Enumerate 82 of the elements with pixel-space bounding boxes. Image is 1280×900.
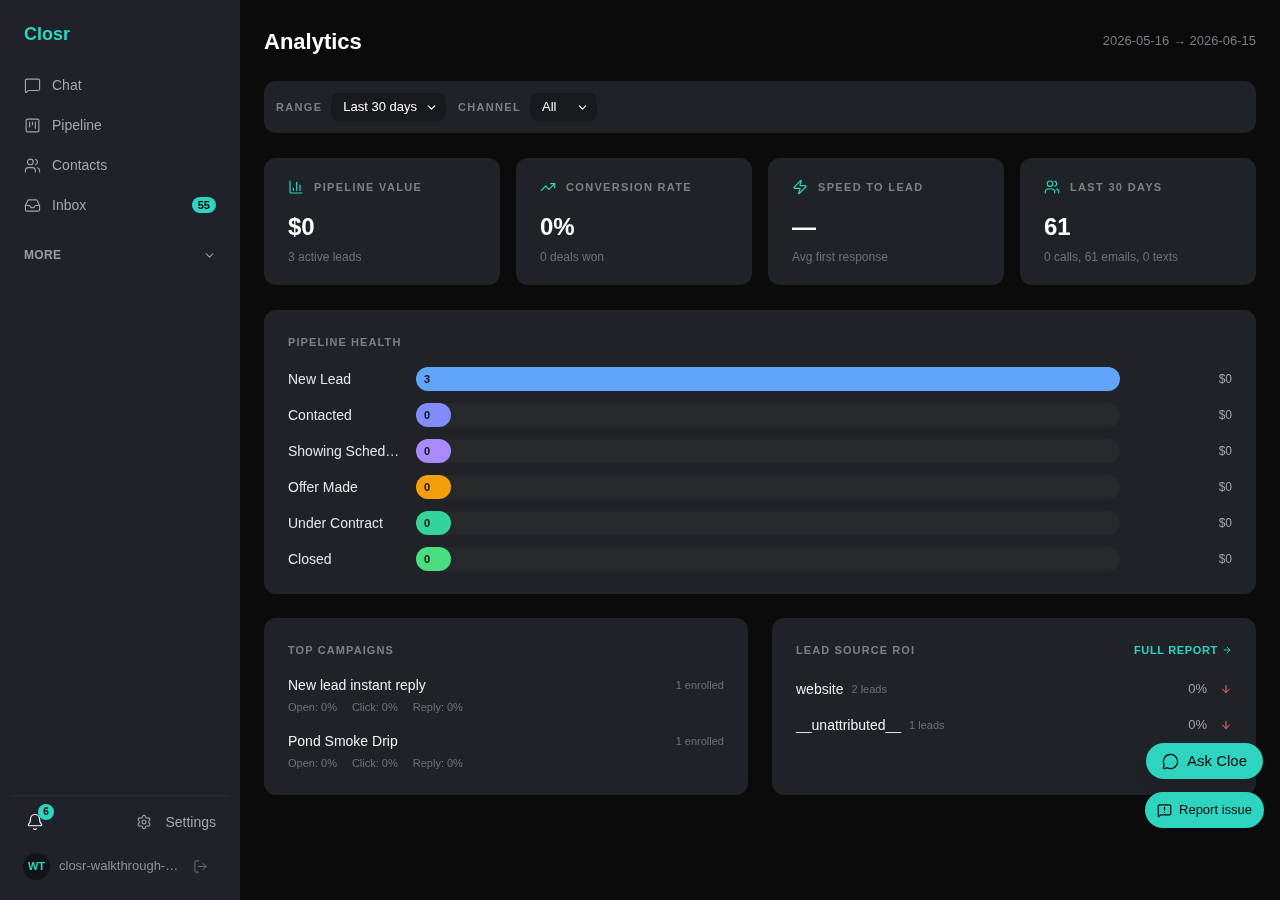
lead-count: 2 leads [851, 681, 887, 697]
filter-select[interactable]: Last 30 days [331, 93, 447, 121]
stat-label: LAST 30 DAYS [1070, 179, 1163, 195]
people-icon [1044, 179, 1060, 195]
stat-caption: Avg first response [792, 249, 888, 265]
stage-label: Contacted [288, 405, 353, 425]
logout-icon[interactable] [193, 858, 208, 874]
nav-item[interactable]: Contacts [24, 145, 216, 185]
filter-label: CHANNEL [458, 99, 522, 115]
stage-label: New Lead [288, 369, 353, 389]
source-name: website [796, 679, 844, 699]
settings-button[interactable]: Settings [128, 808, 224, 836]
stage-value: $0 [1218, 515, 1232, 532]
bar-count: 0 [424, 479, 431, 495]
campaign-name: New lead instant reply [288, 675, 426, 695]
nav-item[interactable]: Pipeline [24, 105, 216, 145]
stat-value: 61 [1044, 212, 1071, 242]
enrolled-count: 1 enrolled [675, 677, 724, 693]
source-name: __unattributed__ [796, 715, 902, 735]
card-title: LEAD SOURCE ROI [796, 642, 916, 658]
count-badge: 55 [191, 197, 216, 213]
stat-value: — [792, 212, 816, 242]
settings-icon [136, 814, 153, 830]
campaign-stat: Open: 0% [288, 755, 337, 771]
chat-bubble-icon [1162, 752, 1179, 770]
stage-label: Closed [288, 549, 333, 569]
roi-value: 0% [1188, 680, 1207, 699]
card-title: PIPELINE HEALTH [288, 335, 402, 350]
inbox-icon [24, 196, 41, 214]
stat-caption: 3 active leads [288, 249, 362, 265]
report-issue-button[interactable]: Report issue [1145, 792, 1264, 828]
notification-bell-icon[interactable] [26, 813, 44, 831]
lightning-icon [792, 179, 808, 195]
nav-item[interactable]: Chat [24, 65, 216, 105]
bar-count: 0 [424, 443, 431, 459]
page-title: Analytics [264, 27, 362, 56]
stage-value: $0 [1218, 551, 1232, 568]
notification-badge: 6 [38, 804, 54, 820]
nav-item[interactable]: Inbox [24, 185, 192, 225]
logo: Closr [24, 24, 70, 44]
campaign-stat: Reply: 0% [412, 755, 463, 771]
stat-caption: 0 deals won [540, 249, 605, 265]
roi-value: 0% [1188, 716, 1207, 735]
stage-value: $0 [1218, 479, 1232, 496]
stage-label: Offer Made [288, 477, 359, 497]
stat-value: $0 [288, 212, 315, 242]
campaign-stat: Open: 0% [288, 699, 337, 715]
filter-select[interactable]: All [530, 93, 598, 121]
arrow-right-icon [1222, 645, 1232, 655]
full-report-link[interactable]: FULL REPORT [1133, 641, 1232, 659]
campaign-stat: Click: 0% [351, 755, 398, 771]
stage-value: $0 [1218, 407, 1232, 424]
bar-count: 0 [424, 407, 431, 423]
stat-label: SPEED TO LEAD [818, 179, 924, 195]
campaign-stat: Click: 0% [351, 699, 398, 715]
date-range: 2026-05-16 → 2026-06-15 [1102, 32, 1256, 51]
people-icon [24, 156, 41, 174]
more-toggle[interactable]: MORE [24, 245, 216, 265]
stat-label: CONVERSION RATE [566, 179, 692, 195]
stage-label: Showing Sched… [288, 441, 401, 461]
stage-value: $0 [1218, 443, 1232, 460]
bar-count: 3 [424, 371, 431, 387]
avatar: WT [23, 852, 50, 880]
stat-label: PIPELINE VALUE [314, 179, 423, 195]
card-title: TOP CAMPAIGNS [288, 643, 394, 658]
campaign-stat: Reply: 0% [412, 699, 463, 715]
enrolled-count: 1 enrolled [675, 733, 724, 749]
stat-caption: 0 calls, 61 emails, 0 texts [1044, 249, 1179, 265]
filter-label: RANGE [276, 99, 323, 115]
alert-message-icon [1157, 802, 1172, 818]
user-name: closr-walkthrough-… [59, 857, 179, 876]
ask-assistant-button[interactable]: Ask Cloe [1146, 743, 1263, 779]
bar-chart-icon [288, 179, 304, 195]
bar-count: 0 [424, 551, 431, 567]
stage-value: $0 [1218, 371, 1232, 388]
stat-value: 0% [540, 212, 575, 242]
stage-label: Under Contract [288, 513, 384, 533]
campaign-name: Pond Smoke Drip [288, 731, 398, 751]
kanban-icon [24, 116, 41, 134]
lead-count: 1 leads [909, 717, 945, 733]
bar-count: 0 [424, 515, 431, 531]
chat-icon [24, 76, 41, 94]
